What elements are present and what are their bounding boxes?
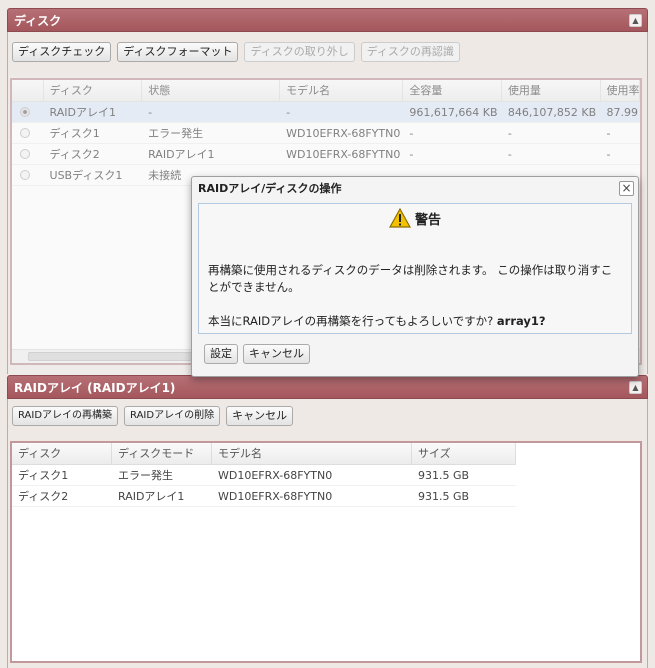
disk-panel-title: ディスク: [14, 14, 62, 28]
raid-delete-button[interactable]: RAIDアレイの削除: [124, 406, 221, 426]
raid-toolbar: RAIDアレイの再構築 RAIDアレイの削除 キャンセル: [12, 406, 294, 426]
warning-title: 警告: [414, 212, 441, 228]
question-text: 本当にRAIDアレイの再構築を行ってもよろしいですか?: [208, 314, 494, 328]
disk-rescan-button[interactable]: ディスクの再認識: [360, 42, 460, 62]
cell-model: WD10EFRX-68FYTN0: [218, 469, 333, 482]
raid-panel-title: RAIDアレイ (RAIDアレイ1): [14, 381, 176, 395]
confirm-button[interactable]: 設定: [204, 344, 238, 364]
cell-size: 931.5 GB: [418, 490, 470, 503]
table-row[interactable]: ディスク2 RAIDアレイ1 WD10EFRX-68FYTN0 931.5 GB: [12, 486, 516, 507]
warning-message: 再構築に使用されるディスクのデータは削除されます。 この操作は取り消すことができ…: [208, 263, 613, 294]
cell-mode: エラー発生: [118, 469, 173, 482]
target-array: array1?: [496, 314, 546, 328]
warning-icon: [388, 208, 411, 228]
close-icon[interactable]: ×: [619, 181, 634, 196]
cell-mode: RAIDアレイ1: [118, 490, 185, 503]
dialog-buttons: 設定 キャンセル: [204, 344, 310, 364]
raid-disk-table: ディスク ディスクモード モデル名 サイズ ディスク1 エラー発生 WD10EF…: [10, 441, 642, 663]
cell-model: WD10EFRX-68FYTN0: [218, 490, 333, 503]
dialog-title[interactable]: RAIDアレイ/ディスクの操作: [192, 177, 638, 200]
raid-panel-header: RAIDアレイ (RAIDアレイ1) ▲: [7, 375, 648, 399]
raid-table-header: ディスク ディスクモード モデル名 サイズ: [12, 443, 516, 465]
collapse-up-icon[interactable]: ▲: [629, 14, 642, 27]
disk-remove-button[interactable]: ディスクの取り外し: [244, 42, 355, 62]
dialog-content: 警告 再構築に使用されるディスクのデータは削除されます。 この操作は取り消すこと…: [198, 203, 632, 334]
raid-rebuild-button[interactable]: RAIDアレイの再構築: [12, 406, 119, 426]
raid-operation-dialog: RAIDアレイ/ディスクの操作 × 警告 再構築に使用されるディスクのデータは削…: [191, 176, 639, 377]
cell-size: 931.5 GB: [418, 469, 470, 482]
header-model[interactable]: モデル名: [212, 443, 412, 464]
confirm-question: 本当にRAIDアレイの再構築を行ってもよろしいですか? array1?: [208, 313, 546, 329]
collapse-up-icon[interactable]: ▲: [629, 381, 642, 394]
header-disk-mode[interactable]: ディスクモード: [112, 443, 212, 464]
disk-check-button[interactable]: ディスクチェック: [12, 42, 112, 62]
raid-cancel-button[interactable]: キャンセル: [226, 406, 294, 426]
disk-panel-header: ディスク ▲: [7, 8, 648, 32]
warning-heading: 警告: [199, 208, 631, 228]
header-size[interactable]: サイズ: [412, 443, 516, 464]
table-row[interactable]: ディスク1 エラー発生 WD10EFRX-68FYTN0 931.5 GB: [12, 465, 516, 486]
disk-format-button[interactable]: ディスクフォーマット: [117, 42, 239, 62]
header-disk[interactable]: ディスク: [12, 443, 112, 464]
cancel-button[interactable]: キャンセル: [243, 344, 310, 364]
cell-disk: ディスク2: [18, 490, 69, 503]
disk-toolbar: ディスクチェック ディスクフォーマット ディスクの取り外し ディスクの再認識: [12, 42, 460, 62]
cell-disk: ディスク1: [18, 469, 69, 482]
